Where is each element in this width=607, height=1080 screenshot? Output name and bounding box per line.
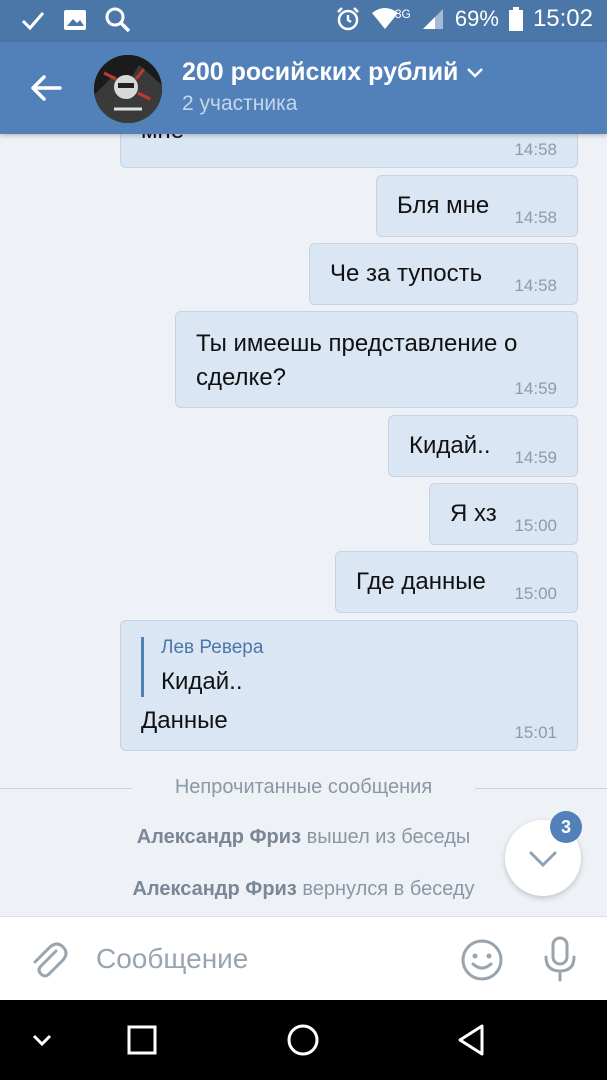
reply-text: Кидай.. [161,668,243,695]
network-type: 3G [394,7,411,21]
message-bubble[interactable]: Че за тупость 14:58 [309,243,578,305]
chat-title-text: 200 росийских рублий [182,58,459,86]
attach-button[interactable] [26,937,70,981]
message-time: 14:58 [514,208,557,227]
message-bubble[interactable]: Кидай.. 14:59 [388,415,578,477]
divider-line-right [475,788,607,789]
chevron-down-icon [467,67,484,78]
chat-members-count: 2 участника [182,92,298,115]
avatar-image [94,55,162,123]
triangle-back-icon [458,1024,484,1056]
chat-avatar[interactable] [94,55,162,123]
message-time: 15:01 [514,723,557,742]
message-bubble[interactable]: Ты имеешь представление о сделке? 14:59 [175,311,578,408]
message-text: мне [141,134,184,149]
circle-icon [287,1024,319,1056]
message-text: Че за тупость [330,260,483,287]
signal-icon [422,9,443,29]
message-time: 14:59 [514,448,557,467]
battery-percent: 69% [454,6,499,31]
message-input-bar [0,916,607,1000]
smiley-icon [461,939,503,981]
alarm-icon [336,7,359,31]
message-bubble[interactable]: Бля мне 14:58 [376,175,578,237]
back-button[interactable] [26,68,66,108]
chevron-down-icon [32,1034,52,1047]
voice-record-button[interactable] [540,935,580,983]
message-list[interactable]: мне 14:58 Бля мне 14:58 Че за тупость 14… [0,134,607,916]
message-time: 14:58 [514,276,557,295]
unread-count-badge: 3 [550,811,582,843]
chat-header: 200 росийских рублий 2 участника [0,42,607,134]
message-text: Где данные [356,568,486,595]
battery-icon [508,7,523,31]
nav-back-button[interactable] [449,1018,493,1062]
message-text: Я хз [450,500,497,527]
reply-quote-bar [141,637,144,697]
message-text-line-2: сделке? [196,364,287,391]
message-text: Данные [141,707,228,734]
status-bar-notifications [20,6,132,34]
message-time: 14:58 [514,140,557,159]
microphone-icon [544,936,576,982]
message-input[interactable] [96,937,436,981]
paperclip-icon [33,942,68,978]
message-time: 15:00 [514,516,557,535]
message-bubble[interactable]: мне 14:58 [120,134,578,168]
message-time: 14:59 [514,379,557,398]
status-bar: 3G 69% 15:02 [0,0,607,42]
square-icon [127,1025,157,1055]
emoji-button[interactable] [459,937,505,983]
message-bubble[interactable]: Где данные 15:00 [335,551,578,613]
message-time: 15:00 [514,584,557,603]
system-navigation-bar [0,1000,607,1080]
search-icon [105,7,131,33]
service-user-name[interactable]: Александр Фриз [132,878,296,900]
message-bubble[interactable]: Я хз 15:00 [429,483,578,545]
chat-title[interactable]: 200 росийских рублий [182,58,484,87]
service-action: вернулся в беседу [302,878,475,900]
gallery-icon [64,10,86,30]
unread-divider: Непрочитанные сообщения [0,776,607,798]
message-text: Кидай.. [409,432,491,459]
message-text-line-1: Ты имеешь представление о [196,330,518,357]
check-icon [21,12,45,31]
nav-recents-button[interactable] [120,1018,164,1062]
arrow-left-icon [31,75,62,101]
service-user-name[interactable]: Александр Фриз [137,826,301,848]
service-action: вышел из беседы [306,826,471,848]
clock: 15:02 [532,5,593,32]
status-bar-system: 3G 69% 15:02 [335,5,593,33]
message-bubble-reply[interactable]: Лев Ревера Кидай.. Данные 15:01 [120,620,578,751]
reply-author[interactable]: Лев Ревера [161,637,263,659]
nav-collapse-button[interactable] [20,1018,64,1062]
nav-home-button[interactable] [281,1018,325,1062]
message-text: Бля мне [397,192,490,219]
